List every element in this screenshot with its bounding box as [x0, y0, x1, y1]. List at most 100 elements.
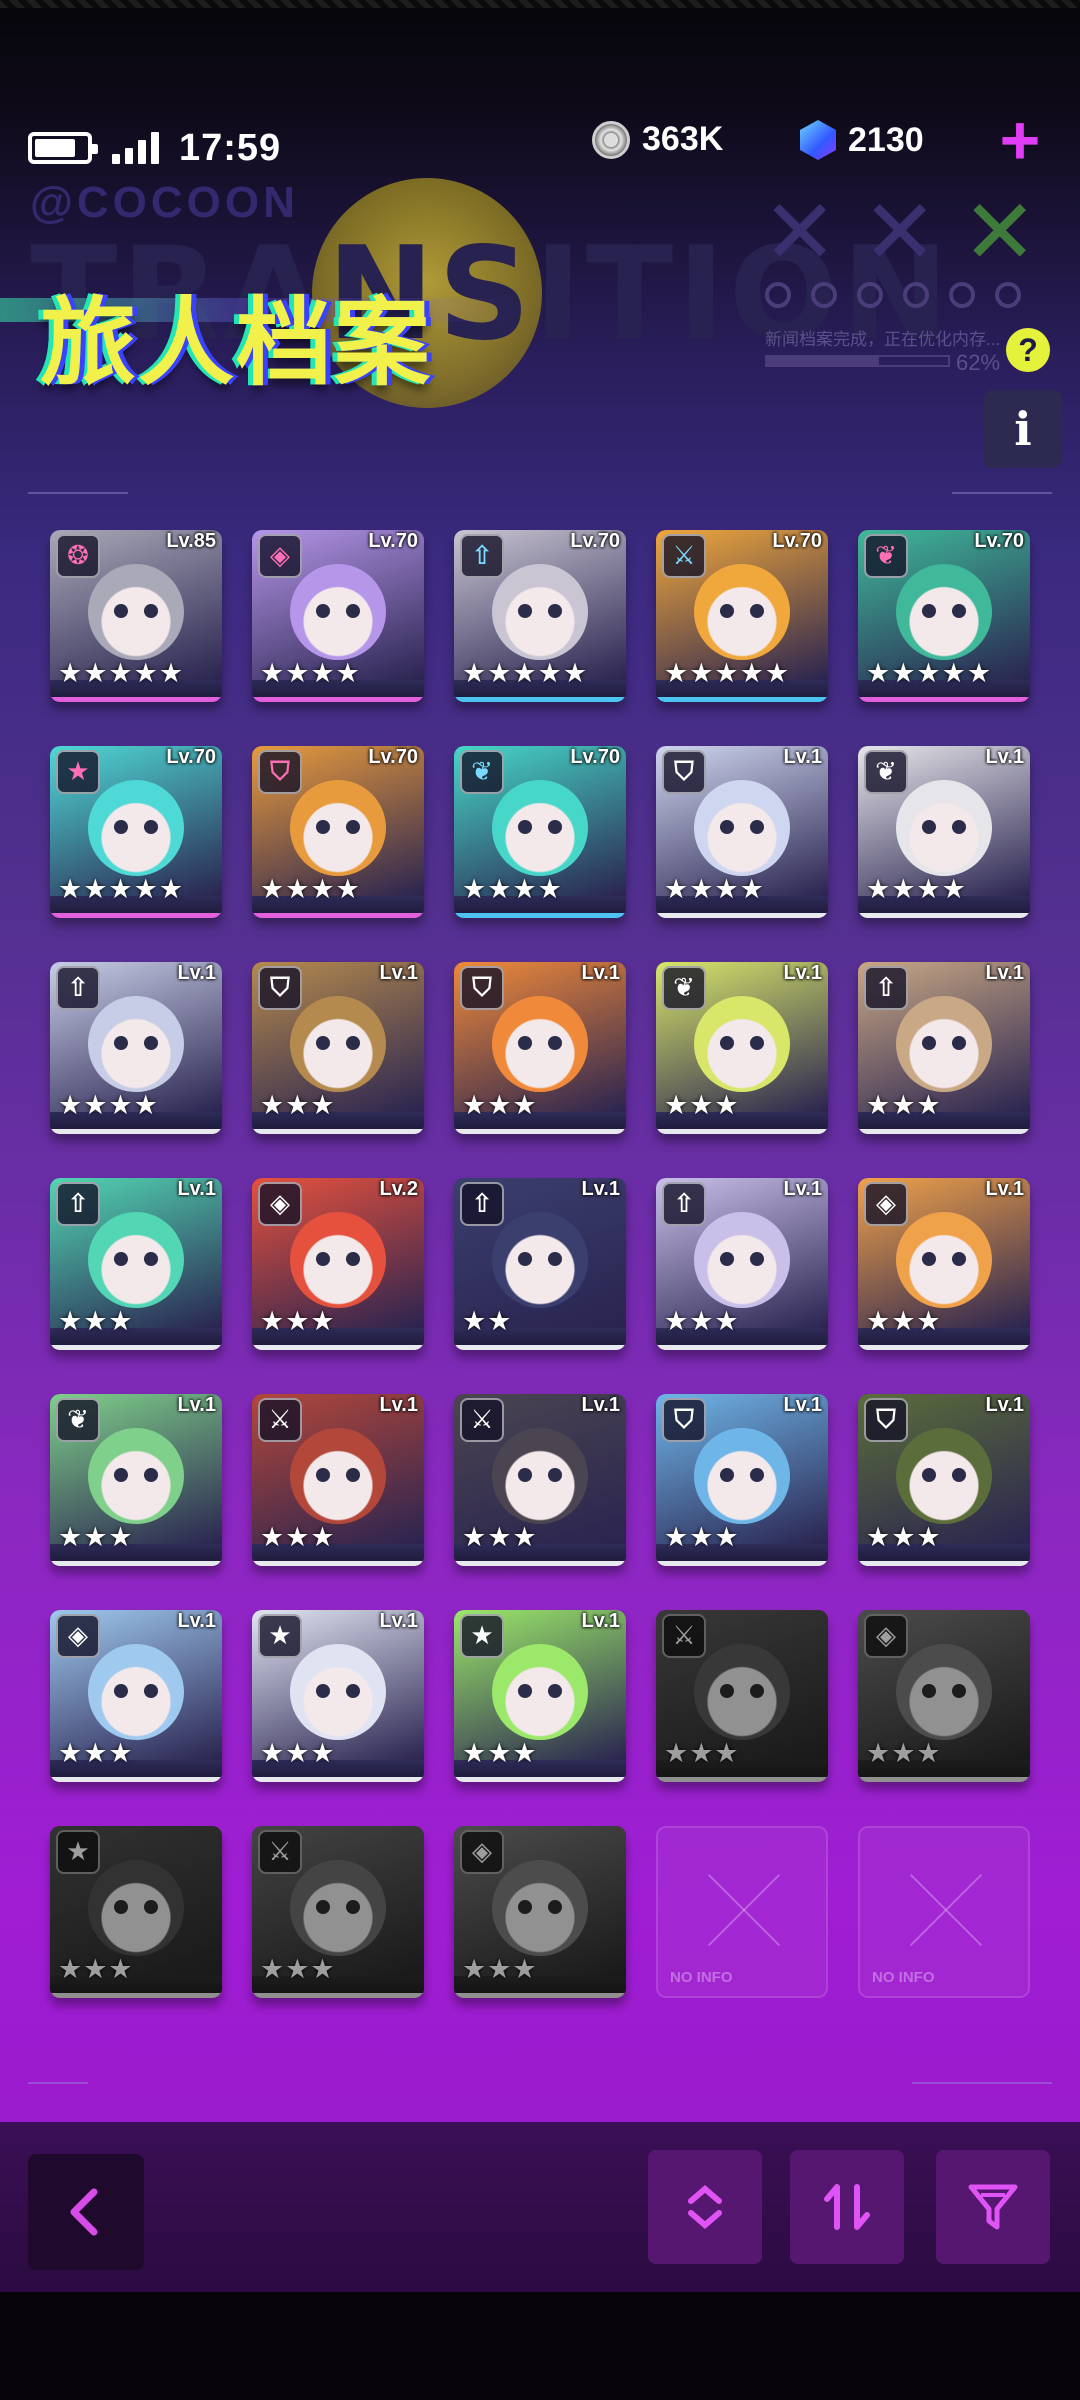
star-icon: ★: [56, 750, 100, 794]
back-icon: [70, 2188, 98, 2236]
character-card[interactable]: ⇧ Lv.70 ★★★★★: [454, 530, 626, 702]
diamond-icon: ◈: [864, 1182, 908, 1226]
empty-slot-icon: [702, 1868, 786, 1952]
locked-character-card[interactable]: ⚔ ★★★: [656, 1610, 828, 1782]
diamond-icon: ◈: [56, 1614, 100, 1658]
star-rating: ★★★★★: [462, 658, 589, 688]
bottom-divider: [28, 2080, 1052, 2086]
signal-icon: [112, 132, 159, 164]
gem-amount: 2130: [848, 120, 924, 159]
character-card[interactable]: ⇧ Lv.1 ★★★: [858, 962, 1030, 1134]
character-card[interactable]: ⇧ Lv.1 ★★★: [656, 1178, 828, 1350]
star-rating: ★★★: [866, 1522, 942, 1552]
star-rating: ★★★: [664, 1090, 740, 1120]
bottom-toolbar: [0, 2122, 1080, 2292]
character-card[interactable]: ❦ Lv.1 ★★★: [656, 962, 828, 1134]
coin-icon: [592, 120, 630, 159]
diamond-icon: ◈: [460, 1830, 504, 1874]
leaf-icon: ❦: [864, 750, 908, 794]
character-level: Lv.70: [166, 746, 216, 768]
star-rating: ★★★★★: [58, 874, 185, 904]
character-card[interactable]: ⚔ Lv.1 ★★★: [454, 1394, 626, 1566]
sync-progress-percent: 62%: [956, 350, 1001, 375]
star-rating: ★★★: [664, 1306, 740, 1336]
star-rating: ★★★★★: [866, 658, 993, 688]
locked-character-card[interactable]: ⚔ ★★★: [252, 1826, 424, 1998]
star-rating: ★★★★: [260, 874, 361, 904]
no-info-label: NO INFO: [670, 1969, 733, 1986]
arrow-up-icon: ⇧: [662, 1182, 706, 1226]
empty-character-slot: NO INFO: [656, 1826, 828, 1998]
star-rating: ★★★: [260, 1738, 336, 1768]
shield-icon: ⛉: [258, 966, 302, 1010]
info-button[interactable]: i: [984, 390, 1062, 468]
locked-character-card[interactable]: ◈ ★★★: [858, 1610, 1030, 1782]
star-rating: ★★★: [462, 1090, 538, 1120]
character-card[interactable]: ⚔ Lv.70 ★★★★★: [656, 530, 828, 702]
battery-icon: [28, 132, 98, 164]
character-card[interactable]: ⇧ Lv.1 ★★★: [50, 1178, 222, 1350]
star-rating: ★★★★: [58, 1090, 159, 1120]
character-card[interactable]: ❦ Lv.1 ★★★★: [858, 746, 1030, 918]
coin-counter[interactable]: 363K: [592, 120, 723, 159]
add-currency-button[interactable]: +: [990, 105, 1050, 175]
star-rating: ★★★★: [462, 874, 563, 904]
character-card[interactable]: ⇧ Lv.1 ★★: [454, 1178, 626, 1350]
character-card[interactable]: ★ Lv.70 ★★★★★: [50, 746, 222, 918]
star-icon: ★: [56, 1830, 100, 1874]
sync-progress-bar: [765, 355, 950, 367]
leaf-icon: ❦: [460, 750, 504, 794]
character-card[interactable]: ◈ Lv.70 ★★★★: [252, 530, 424, 702]
character-card[interactable]: ⛉ Lv.1 ★★★: [454, 962, 626, 1134]
character-card[interactable]: ❂ Lv.85 ★★★★★: [50, 530, 222, 702]
star-rating: ★★★: [462, 1954, 538, 1984]
x-decoration-icon: ✕: [862, 183, 938, 283]
character-card[interactable]: ❦ Lv.70 ★★★★: [454, 746, 626, 918]
character-level: Lv.70: [772, 530, 822, 552]
leaf-icon: ❦: [864, 534, 908, 578]
leaf-icon: ❦: [56, 1398, 100, 1442]
sort-order-button[interactable]: [790, 2150, 904, 2264]
character-card[interactable]: ◈ Lv.1 ★★★: [858, 1178, 1030, 1350]
status-time: 17:59: [179, 126, 282, 169]
star-rating: ★★★: [866, 1738, 942, 1768]
character-card[interactable]: ⛉ Lv.1 ★★★: [252, 962, 424, 1134]
locked-character-card[interactable]: ★ ★★★: [50, 1826, 222, 1998]
arrow-up-icon: ⇧: [460, 1182, 504, 1226]
character-card[interactable]: ◈ Lv.1 ★★★: [50, 1610, 222, 1782]
character-level: Lv.1: [581, 1610, 620, 1632]
character-level: Lv.1: [985, 1394, 1024, 1416]
diamond-icon: ◈: [258, 1182, 302, 1226]
star-icon: ★: [460, 1614, 504, 1658]
character-card[interactable]: ❦ Lv.1 ★★★: [50, 1394, 222, 1566]
swords-icon: ⚔: [460, 1398, 504, 1442]
help-button[interactable]: ?: [1006, 328, 1050, 372]
character-level: Lv.70: [974, 530, 1024, 552]
star-rating: ★★★: [58, 1306, 134, 1336]
character-card[interactable]: ⛉ Lv.1 ★★★★: [656, 746, 828, 918]
character-card[interactable]: ⚔ Lv.1 ★★★: [252, 1394, 424, 1566]
gem-counter[interactable]: 2130: [800, 120, 924, 160]
character-card[interactable]: ★ Lv.1 ★★★: [252, 1610, 424, 1782]
expand-collapse-button[interactable]: [648, 2150, 762, 2264]
filter-button[interactable]: [936, 2150, 1050, 2264]
character-level: Lv.70: [570, 530, 620, 552]
character-card[interactable]: ❦ Lv.70 ★★★★★: [858, 530, 1030, 702]
character-level: Lv.1: [985, 1178, 1024, 1200]
character-card[interactable]: ⛉ Lv.1 ★★★: [858, 1394, 1030, 1566]
x-decoration-icon: ✕: [762, 183, 838, 283]
character-card[interactable]: ⛉ Lv.1 ★★★: [656, 1394, 828, 1566]
shield-icon: ⛉: [662, 1398, 706, 1442]
filter-icon: [968, 2184, 1018, 2230]
locked-character-card[interactable]: ◈ ★★★: [454, 1826, 626, 1998]
empty-slot-icon: [904, 1868, 988, 1952]
star-rating: ★★★: [462, 1522, 538, 1552]
back-button[interactable]: [28, 2154, 144, 2270]
character-card[interactable]: ⛉ Lv.70 ★★★★: [252, 746, 424, 918]
character-level: Lv.1: [783, 1178, 822, 1200]
top-hazard-stripe: [0, 0, 1080, 8]
diamond-icon: ◈: [864, 1614, 908, 1658]
character-card[interactable]: ◈ Lv.2 ★★★: [252, 1178, 424, 1350]
character-card[interactable]: ⇧ Lv.1 ★★★★: [50, 962, 222, 1134]
character-card[interactable]: ★ Lv.1 ★★★: [454, 1610, 626, 1782]
